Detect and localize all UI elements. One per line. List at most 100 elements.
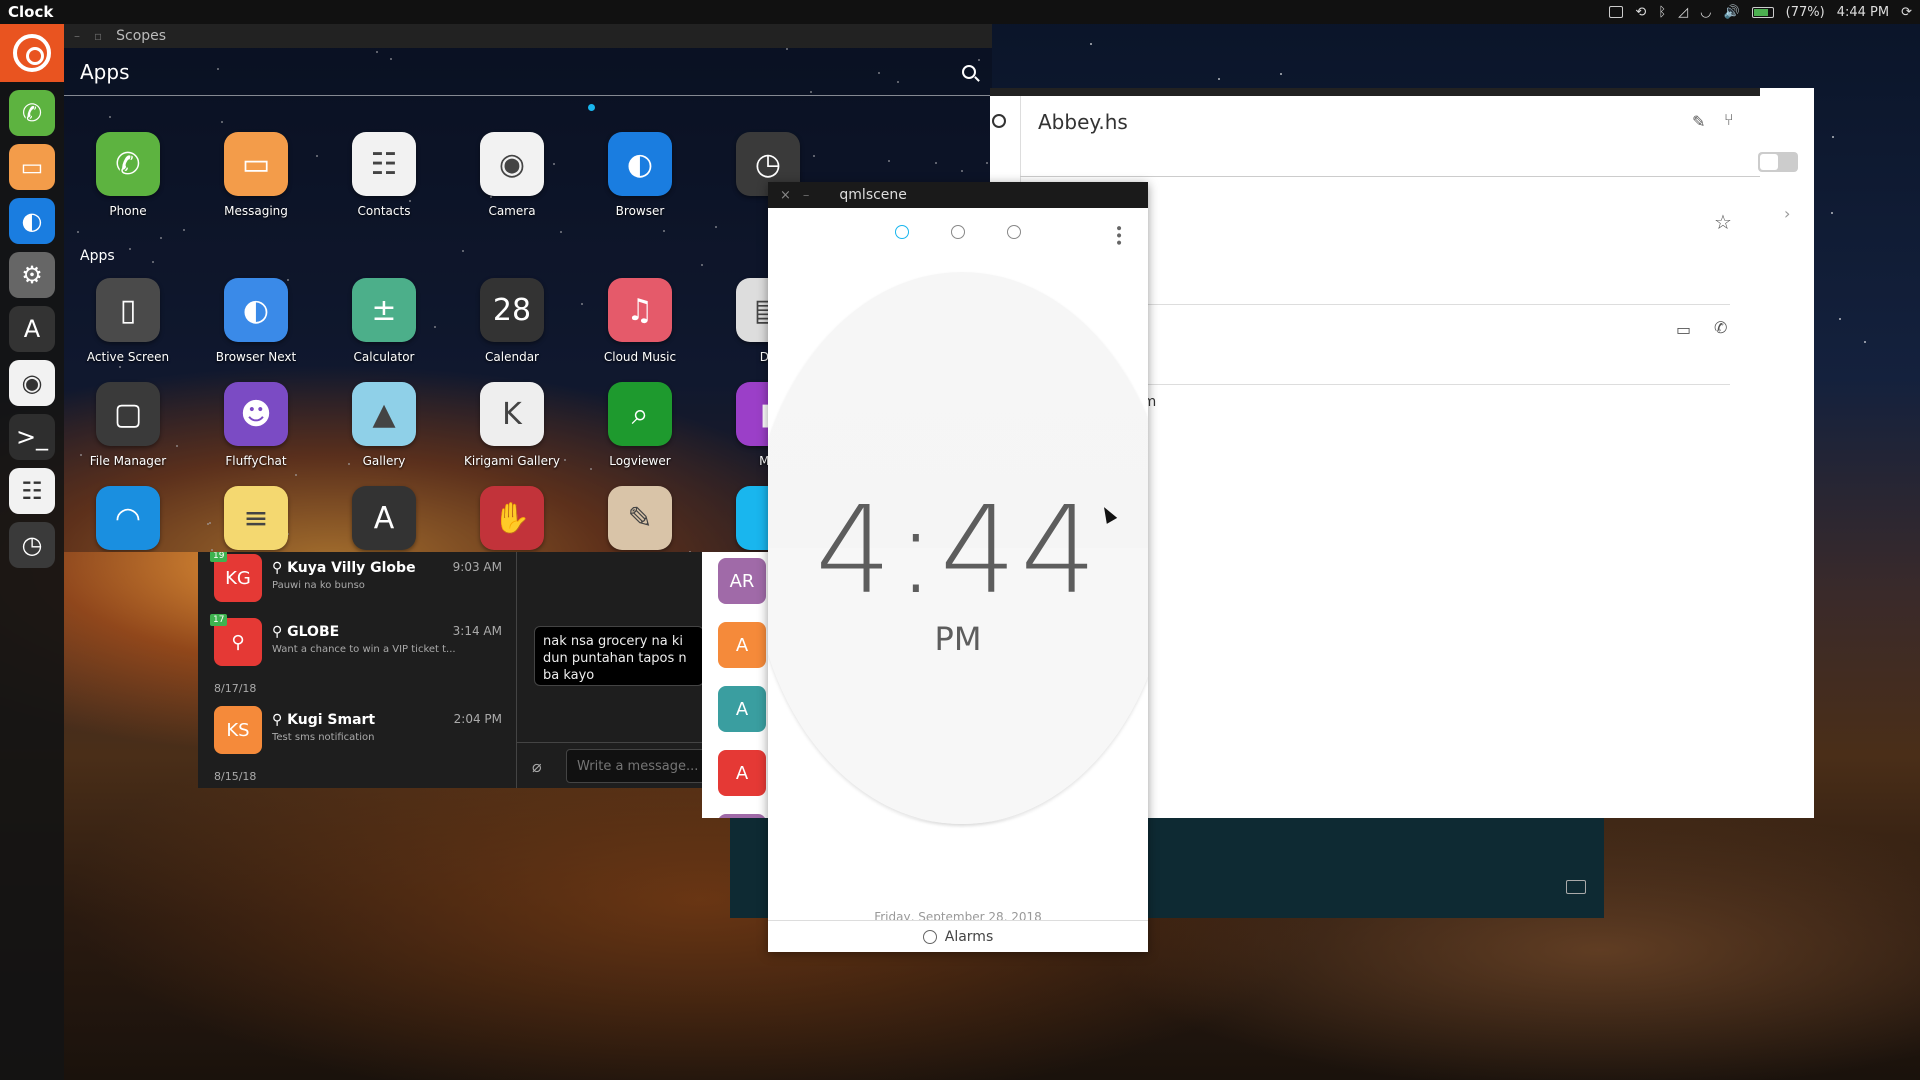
sync-icon[interactable]: ⟳ <box>1901 5 1912 20</box>
maximize-button[interactable]: ▫ <box>94 29 102 43</box>
cellular-signal-icon[interactable]: ◿ <box>1678 5 1688 20</box>
panel-clock[interactable]: 4:44 PM <box>1837 5 1889 20</box>
thread-row[interactable]: ⚲ 17 ⚲ GLOBE 3:14 AM Want a chance to wi… <box>198 614 516 676</box>
call-icon[interactable]: ✆ <box>1714 318 1727 337</box>
app-phone[interactable]: ✆ Phone <box>64 132 192 218</box>
address-book-title-bar <box>990 88 1814 96</box>
top-panel: Clock ⟲ ᛒ ◿ ◡ 🔊 (77%) 4:44 PM ⟳ <box>0 0 1920 24</box>
launcher-contacts-icon[interactable]: ☷ <box>9 468 55 514</box>
app-calendar[interactable]: 28 Calendar <box>448 278 576 364</box>
app-label: FluffyChat <box>225 454 287 468</box>
app-contacts[interactable]: ☷ Contacts <box>320 132 448 218</box>
app-gallery[interactable]: ▲ Gallery <box>320 382 448 468</box>
message-input[interactable] <box>566 749 704 783</box>
address-book-search-icon[interactable] <box>992 114 1006 128</box>
app-label: Gallery <box>362 454 406 468</box>
app-file-manager[interactable]: ▢ File Manager <box>64 382 192 468</box>
keyboard-icon[interactable] <box>1566 880 1586 894</box>
star <box>1831 211 1834 214</box>
contact-avatar[interactable]: A <box>718 622 766 668</box>
app-icon: ☷ <box>352 132 416 196</box>
launcher-messaging-icon[interactable]: ▭ <box>9 144 55 190</box>
launcher-settings-icon[interactable]: ⚙ <box>9 252 55 298</box>
thread-row[interactable]: KS ⚲ Kugi Smart 2:04 PM Test sms notific… <box>198 704 516 764</box>
clock-title-bar: × – qmlscene <box>768 182 1148 208</box>
wifi-icon[interactable]: ◡ <box>1700 5 1711 20</box>
toggle-switch[interactable] <box>1758 152 1798 172</box>
launcher-camera-icon[interactable]: ◉ <box>9 360 55 406</box>
star <box>1832 135 1835 138</box>
clock-tab-icon[interactable] <box>895 225 909 239</box>
app-fluffychat[interactable]: ☻ FluffyChat <box>192 382 320 468</box>
stopwatch-tab-icon[interactable] <box>1007 225 1021 239</box>
contacts-window: ARAAAA <box>702 552 768 818</box>
app-browser-next[interactable]: ◐ Browser Next <box>192 278 320 364</box>
app-cloud-music[interactable]: ♫ Cloud Music <box>576 278 704 364</box>
edit-icon[interactable]: ✎ <box>1692 112 1705 131</box>
unread-badge: 19 <box>210 552 228 562</box>
bluetooth-icon[interactable]: ᛒ <box>1658 5 1666 20</box>
compose-bar: ⌀ <box>516 742 704 788</box>
share-icon[interactable]: ⑂ <box>1724 110 1734 129</box>
date-separator: 8/17/18 <box>214 682 257 695</box>
launcher-phone-icon[interactable]: ✆ <box>9 90 55 136</box>
app-calculator[interactable]: ± Calculator <box>320 278 448 364</box>
clock-window-title: qmlscene <box>839 187 907 203</box>
favorite-star-icon[interactable]: ☆ <box>1714 210 1732 234</box>
contact-icon: ⚲ <box>272 560 283 576</box>
message-bubble: nak nsa grocery na ki dun puntahan tapos… <box>534 626 704 686</box>
home-button[interactable] <box>0 24 64 82</box>
app-row-2: ▢ File Manager ☻ FluffyChat ▲ Gallery K Kirigam… <box>64 382 832 468</box>
app-item[interactable]: ≡ <box>192 486 320 552</box>
search-icon[interactable] <box>962 64 976 79</box>
app-row-favorites: ✆ Phone ▭ Messaging ☷ Contacts ◉ Camera ◐ Browser… <box>64 132 832 218</box>
contact-avatar[interactable]: A <box>718 686 766 732</box>
chevron-right-icon[interactable]: › <box>1784 204 1790 223</box>
launcher-store-icon[interactable]: A <box>9 306 55 352</box>
app-label: Browser Next <box>215 350 297 364</box>
contact-avatar[interactable]: AR <box>718 558 766 604</box>
app-messaging[interactable]: ▭ Messaging <box>192 132 320 218</box>
close-button[interactable]: × <box>780 188 791 203</box>
alarm-icon <box>922 929 937 944</box>
app-browser[interactable]: ◐ Browser <box>576 132 704 218</box>
avatar: KS <box>214 706 262 754</box>
app-item[interactable]: A <box>320 486 448 552</box>
overflow-menu-icon[interactable]: ••• <box>1110 224 1126 246</box>
app-logviewer[interactable]: ⌕ Logviewer <box>576 382 704 468</box>
attach-icon[interactable]: ⌀ <box>532 757 542 776</box>
launcher-terminal-icon[interactable]: >_ <box>9 414 55 460</box>
app-icon: 28 <box>480 278 544 342</box>
messages-indicator-icon[interactable] <box>1609 6 1624 18</box>
app-label: Calendar <box>485 350 539 364</box>
contact-title: Abbey.hs <box>1038 110 1128 134</box>
launcher-browser-icon[interactable]: ◐ <box>9 198 55 244</box>
volume-icon[interactable]: 🔊 <box>1723 5 1739 20</box>
alarms-label: Alarms <box>944 928 994 945</box>
thread-name: ⚲ Kuya Villy Globe <box>272 560 416 576</box>
app-item[interactable]: ✋ <box>448 486 576 552</box>
ubuntu-logo-icon <box>13 34 51 72</box>
app-icon: ◉ <box>480 132 544 196</box>
minimize-button[interactable]: – <box>803 188 810 203</box>
app-item[interactable]: ◠ <box>64 486 192 552</box>
field-divider <box>1110 304 1730 305</box>
contact-avatar[interactable]: A <box>718 750 766 796</box>
thread-row[interactable]: KG 19 ⚲ Kuya Villy Globe 9:03 AM Pauwi n… <box>198 552 516 612</box>
launcher-clock-icon[interactable]: ◷ <box>9 522 55 568</box>
section-label-apps: Apps <box>80 248 115 264</box>
app-camera[interactable]: ◉ Camera <box>448 132 576 218</box>
minimize-button[interactable]: – <box>74 29 80 43</box>
indicators[interactable]: ⟲ ᛒ ◿ ◡ 🔊 (77%) 4:44 PM ⟳ <box>1609 5 1912 20</box>
header-divider <box>1020 176 1784 177</box>
battery-icon[interactable] <box>1751 6 1774 18</box>
timer-tab-icon[interactable] <box>951 225 965 239</box>
app-icon: ☻ <box>224 382 288 446</box>
rotation-lock-icon[interactable]: ⟲ <box>1635 5 1646 20</box>
app-active-screen[interactable]: ▯ Active Screen <box>64 278 192 364</box>
message-icon[interactable]: ▭ <box>1676 320 1691 339</box>
app-item[interactable]: ✎ <box>576 486 704 552</box>
app-kirigami-gallery[interactable]: K Kirigami Gallery <box>448 382 576 468</box>
app-label: Calculator <box>353 350 415 364</box>
alarms-bottom-edge[interactable]: Alarms <box>768 920 1148 952</box>
